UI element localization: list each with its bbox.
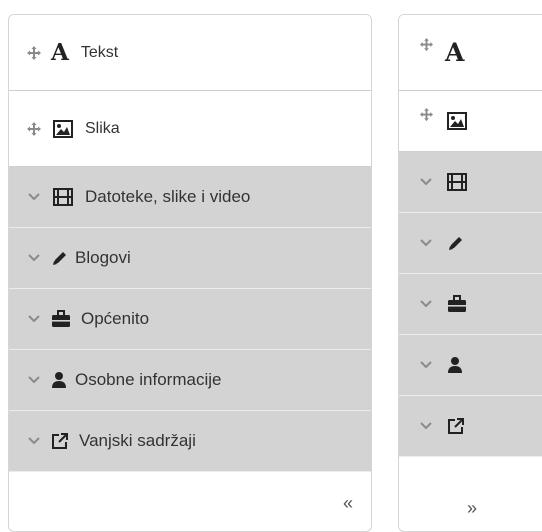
film-icon [53, 188, 73, 206]
film-icon [447, 173, 467, 191]
user-icon [447, 356, 463, 374]
block-item-image[interactable] [399, 91, 542, 152]
chevron-down-icon [415, 177, 437, 187]
block-item-text[interactable]: A Tekst [9, 15, 371, 91]
pencil-icon [51, 249, 69, 267]
collapse-button[interactable]: « [343, 493, 353, 514]
chevron-down-icon [23, 436, 45, 446]
block-palette-collapsed: A » [398, 14, 542, 532]
external-link-icon [51, 432, 69, 450]
chevron-down-icon [415, 238, 437, 248]
category-files-images-video[interactable]: Datoteke, slike i video [9, 167, 371, 228]
category-general[interactable]: Općenito [9, 289, 371, 350]
external-link-icon [447, 417, 465, 435]
user-icon [51, 371, 67, 389]
expand-row: » [399, 483, 542, 531]
expand-button[interactable]: » [467, 498, 477, 519]
category-files-images-video[interactable] [399, 152, 542, 213]
category-external-content[interactable]: Vanjski sadržaji [9, 411, 371, 472]
category-personal-info[interactable]: Osobne informacije [9, 350, 371, 411]
collapse-row: « [9, 475, 371, 531]
category-general[interactable] [399, 274, 542, 335]
move-icon[interactable] [415, 107, 437, 122]
chevron-down-icon [23, 192, 45, 202]
category-label: Osobne informacije [75, 370, 222, 389]
move-icon[interactable] [23, 45, 45, 61]
chevron-down-icon [23, 314, 45, 324]
category-label: Vanjski sadržaji [79, 431, 196, 450]
chevron-down-icon [415, 360, 437, 370]
category-label: Općenito [81, 309, 150, 328]
category-label: Datoteke, slike i video [85, 187, 251, 206]
category-personal-info[interactable] [399, 335, 542, 396]
text-A-icon: A [51, 39, 69, 66]
chevron-down-icon [23, 253, 45, 263]
block-label: Tekst [80, 43, 119, 61]
chevron-down-icon [415, 299, 437, 309]
chevron-down-icon [23, 375, 45, 385]
briefcase-icon [447, 295, 467, 313]
move-icon[interactable] [415, 37, 437, 52]
text-A-icon: A [445, 38, 465, 67]
image-icon [53, 119, 73, 138]
pencil-icon [447, 234, 465, 252]
category-blogs[interactable]: Blogovi [9, 228, 371, 289]
block-item-text[interactable]: A [399, 15, 542, 91]
chevron-down-icon [415, 421, 437, 431]
category-label: Blogovi [75, 248, 131, 267]
block-palette-expanded: A Tekst Slika Datoteke, slike i video Bl… [8, 14, 372, 532]
block-item-image[interactable]: Slika [9, 91, 371, 167]
move-icon[interactable] [23, 121, 45, 137]
category-external-content[interactable] [399, 396, 542, 457]
category-blogs[interactable] [399, 213, 542, 274]
image-icon [447, 112, 467, 130]
briefcase-icon [51, 310, 71, 328]
block-label: Slika [85, 119, 120, 137]
